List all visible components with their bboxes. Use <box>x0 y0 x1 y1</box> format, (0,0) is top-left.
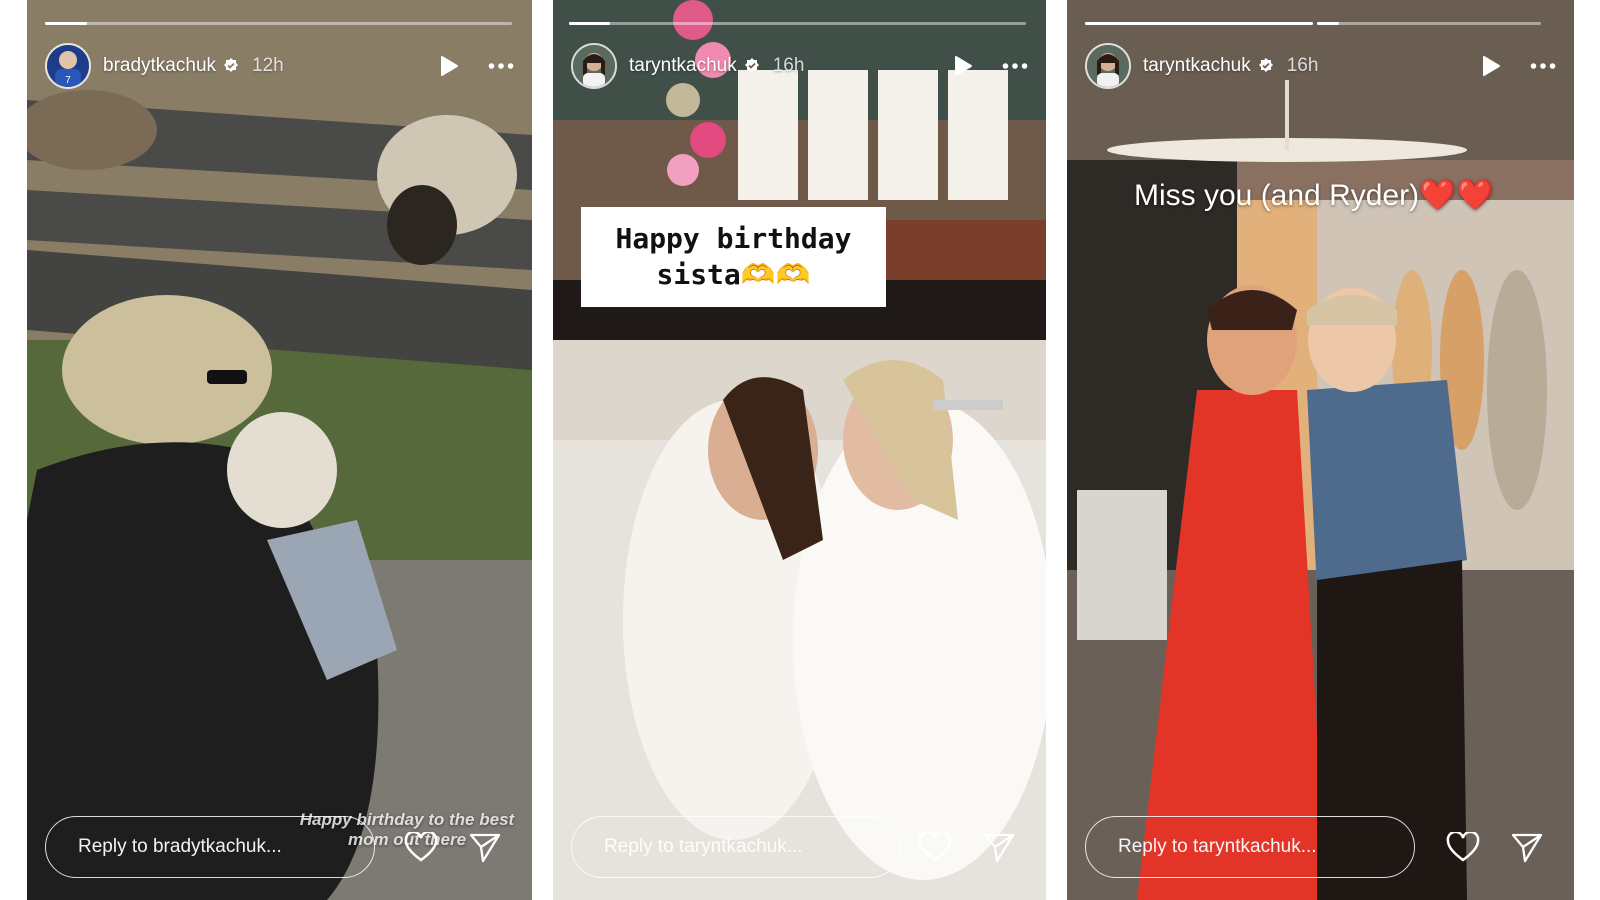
post-time: 16h <box>772 55 805 76</box>
story-progress-fill <box>45 22 88 25</box>
story-caption-text: Miss you (and Ryder)❤️❤️ <box>1134 179 1494 212</box>
story-panel-bradytkachuk[interactable]: 7 bradytkachuk 12h Happy birthday to the… <box>27 0 532 900</box>
reply-input[interactable] <box>76 835 370 859</box>
reply-field[interactable] <box>1085 816 1415 878</box>
heart-icon[interactable] <box>404 830 438 864</box>
story-header: taryntkachuk 16h <box>571 42 1028 90</box>
heart-icon[interactable] <box>1446 830 1480 864</box>
story-progress-fill <box>1317 22 1340 25</box>
story-photo <box>27 0 532 900</box>
username[interactable]: bradytkachuk <box>103 55 216 77</box>
avatar[interactable] <box>1085 43 1131 89</box>
post-time: 16h <box>1286 55 1319 76</box>
username[interactable]: taryntkachuk <box>629 55 737 77</box>
story-photo <box>553 0 1046 900</box>
verified-badge-icon <box>1257 57 1275 75</box>
story-header: 7 bradytkachuk 12h <box>45 42 514 90</box>
story-progress-fill <box>569 22 611 25</box>
reply-field[interactable] <box>571 816 901 878</box>
story-text-sticker: Happy birthday sista🫶🫶 <box>581 207 886 307</box>
reply-field[interactable] <box>45 816 375 878</box>
reply-input[interactable] <box>1116 835 1410 859</box>
post-time: 12h <box>252 55 284 76</box>
send-icon[interactable] <box>468 830 502 864</box>
avatar[interactable]: 7 <box>45 43 91 89</box>
story-header: taryntkachuk 16h <box>1085 42 1556 90</box>
play-icon[interactable] <box>436 53 462 79</box>
play-icon[interactable] <box>950 53 976 79</box>
story-progress-fill <box>1085 22 1313 25</box>
send-icon[interactable] <box>1510 830 1544 864</box>
username[interactable]: taryntkachuk <box>1143 55 1251 77</box>
story-panel-taryntkachuk-1[interactable]: taryntkachuk 16h Happy birthday sista🫶🫶 <box>553 0 1046 900</box>
more-icon[interactable] <box>1530 53 1556 79</box>
story-progress-bar <box>45 22 512 25</box>
heart-icon[interactable] <box>918 830 952 864</box>
verified-badge-icon <box>743 57 761 75</box>
story-progress-segment-1 <box>1085 22 1313 25</box>
story-photo <box>1067 0 1574 900</box>
svg-text:7: 7 <box>65 75 71 86</box>
send-icon[interactable] <box>982 830 1016 864</box>
reply-input[interactable] <box>602 835 896 859</box>
story-progress-segment-2 <box>1317 22 1541 25</box>
story-panel-taryntkachuk-2[interactable]: taryntkachuk 16h Miss you (and Ryder)❤️❤… <box>1067 0 1574 900</box>
story-progress-bar <box>569 22 1026 25</box>
more-icon[interactable] <box>1002 53 1028 79</box>
avatar[interactable] <box>571 43 617 89</box>
play-icon[interactable] <box>1478 53 1504 79</box>
more-icon[interactable] <box>488 53 514 79</box>
verified-badge-icon <box>222 57 240 75</box>
